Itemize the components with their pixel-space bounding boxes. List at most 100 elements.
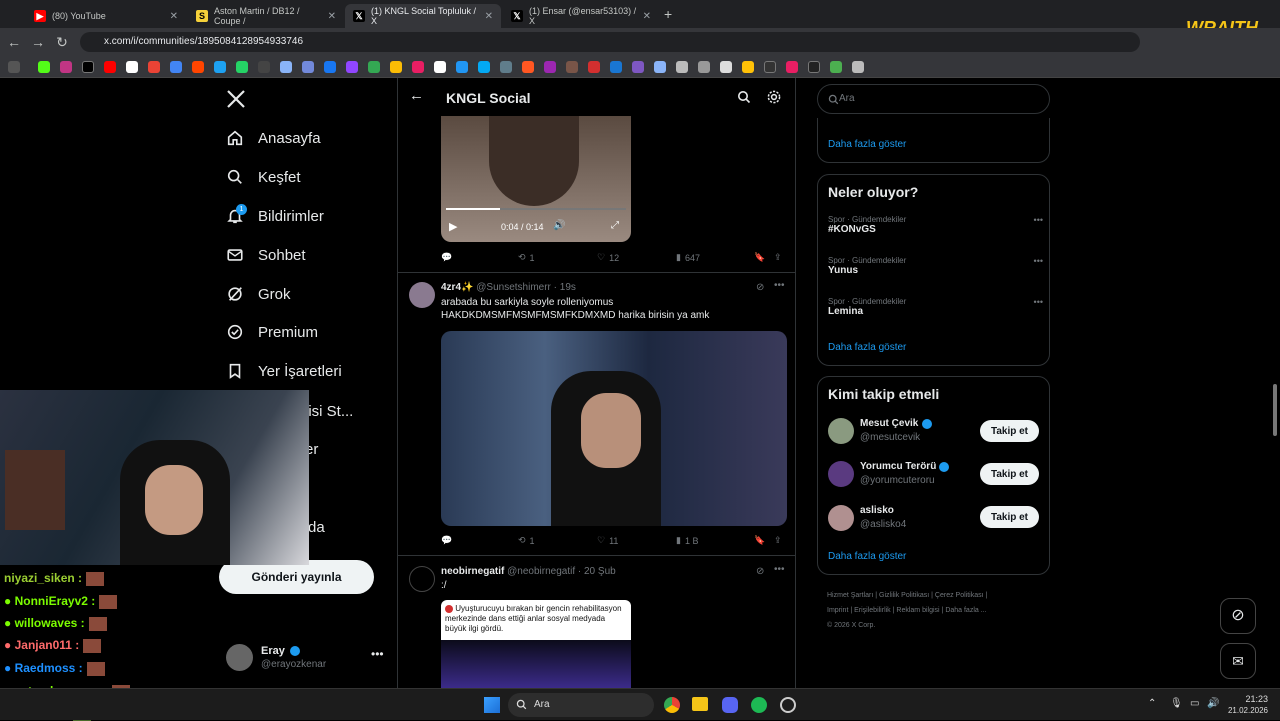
bookmark-icon[interactable]	[302, 61, 314, 73]
reply-button[interactable]: 💬	[441, 535, 452, 546]
bookmark-icon[interactable]	[192, 61, 204, 73]
bookmark-icon[interactable]	[742, 61, 754, 73]
bookmark-icon[interactable]	[478, 61, 490, 73]
bookmark-icon[interactable]	[38, 61, 50, 73]
windows-start-icon[interactable]	[484, 697, 500, 713]
more-icon[interactable]: •••	[1034, 215, 1043, 225]
clock-time[interactable]: 21:23	[1230, 694, 1268, 704]
post-image[interactable]	[441, 331, 787, 526]
grok-icon[interactable]: ⊘	[756, 282, 764, 293]
bookmark-icon[interactable]	[720, 61, 732, 73]
bookmark-icon[interactable]	[500, 61, 512, 73]
volume-icon[interactable]: 🔊	[1207, 698, 1219, 709]
post-handle[interactable]: @Sunsetshimerr	[476, 282, 551, 293]
bookmark-icon[interactable]	[148, 61, 160, 73]
bookmark-icon[interactable]	[456, 61, 468, 73]
bookmark-icon[interactable]	[434, 61, 446, 73]
avatar[interactable]	[409, 566, 435, 592]
bookmark-icon[interactable]	[324, 61, 336, 73]
gear-icon[interactable]	[767, 90, 781, 104]
more-icon[interactable]: •••	[1034, 297, 1043, 307]
close-icon[interactable]: ✕	[643, 11, 651, 22]
avatar[interactable]	[828, 461, 854, 487]
address-bar[interactable]: x.com/i/communities/1895084128954933746	[80, 32, 1140, 52]
microphone-icon[interactable]: 🎙	[1170, 698, 1183, 709]
messages-icon[interactable]: ✉	[1220, 643, 1256, 679]
close-icon[interactable]: ✕	[485, 11, 493, 22]
more-icon[interactable]: •••	[1034, 256, 1043, 266]
clock-date[interactable]: 21.02.2026	[1226, 706, 1268, 715]
app-icon[interactable]	[780, 697, 796, 713]
bookmark-icon[interactable]: 🔖	[754, 252, 765, 263]
bookmark-icon[interactable]	[830, 61, 842, 73]
network-icon[interactable]: ▭	[1190, 698, 1199, 709]
reply-button[interactable]: 💬	[441, 252, 452, 263]
bookmark-icon[interactable]	[236, 61, 248, 73]
bookmark-icon[interactable]	[566, 61, 578, 73]
video-progress-track[interactable]	[446, 208, 626, 210]
close-icon[interactable]: ✕	[170, 11, 178, 22]
share-icon[interactable]: ⇪	[774, 252, 782, 263]
trend-item[interactable]: Spor · Gündemdekiler #KONvGS •••	[828, 215, 1043, 235]
scrollbar-thumb[interactable]	[1273, 384, 1277, 436]
x-logo-icon[interactable]	[226, 89, 246, 109]
footer-link[interactable]: Reklam bilgisi	[896, 607, 939, 614]
like-button[interactable]: ♡ 11	[597, 535, 618, 546]
grok-icon[interactable]: ⊘	[1220, 598, 1256, 634]
sidebar-item-chat[interactable]: Sohbet	[226, 246, 306, 264]
bookmark-icon[interactable]	[588, 61, 600, 73]
bookmark-icon[interactable]	[544, 61, 556, 73]
bookmark-icon[interactable]	[808, 61, 820, 73]
apps-icon[interactable]	[8, 61, 20, 73]
follow-name[interactable]: aslisko	[860, 505, 894, 516]
bookmark-icon[interactable]	[280, 61, 292, 73]
avatar[interactable]	[828, 418, 854, 444]
bookmark-icon[interactable]	[258, 61, 270, 73]
bookmark-icon[interactable]	[786, 61, 798, 73]
avatar[interactable]	[409, 282, 435, 308]
chevron-up-icon[interactable]: ⌃	[1148, 698, 1156, 709]
like-button[interactable]: ♡ 12	[597, 252, 619, 263]
back-arrow-icon[interactable]: ←	[409, 87, 424, 104]
bookmark-icon[interactable]	[698, 61, 710, 73]
footer-link[interactable]: Daha fazla ...	[945, 607, 986, 614]
grok-icon[interactable]: ⊘	[756, 566, 764, 577]
follow-button[interactable]: Takip et	[980, 463, 1039, 485]
sidebar-item-grok[interactable]: Grok	[226, 285, 291, 303]
forward-icon[interactable]: →	[26, 34, 50, 50]
bookmark-icon[interactable]	[126, 61, 138, 73]
bookmark-icon[interactable]	[104, 61, 116, 73]
tab-aston[interactable]: S Aston Martin / DB12 / Coupe / ✕	[188, 4, 344, 28]
tab-youtube[interactable]: ▶ (80) YouTube ✕	[26, 4, 186, 28]
trend-item[interactable]: Spor · Gündemdekiler Yunus •••	[828, 256, 1043, 276]
search-box[interactable]: Ara	[817, 84, 1050, 114]
footer-link[interactable]: Erişilebilirlik	[854, 607, 891, 614]
video-player[interactable]: ▶ 0:04 / 0:14 🔊 ⤢	[441, 116, 631, 242]
bookmark-icon[interactable]: 🔖	[754, 535, 765, 546]
bookmark-icon[interactable]	[170, 61, 182, 73]
fullscreen-icon[interactable]: ⤢	[611, 220, 619, 231]
sidebar-item-partial[interactable]: da	[308, 519, 325, 536]
more-icon[interactable]: •••	[371, 647, 384, 661]
search-icon[interactable]	[737, 90, 751, 104]
play-icon[interactable]: ▶	[449, 220, 457, 233]
chrome-icon[interactable]	[664, 697, 680, 713]
more-icon[interactable]: •••	[774, 280, 785, 291]
quoted-image[interactable]	[441, 640, 631, 688]
follow-name[interactable]: Mesut Çevik	[860, 418, 918, 429]
tab-kngl[interactable]: 𝕏 (1) KNGL Social Topluluk / X ✕	[345, 4, 501, 28]
bookmark-icon[interactable]	[654, 61, 666, 73]
bookmark-icon[interactable]	[610, 61, 622, 73]
discord-icon[interactable]	[722, 697, 738, 713]
views-button[interactable]: ▮ 647	[676, 252, 700, 263]
trend-item[interactable]: Spor · Gündemdekiler Lemina •••	[828, 297, 1043, 317]
spotify-icon[interactable]	[751, 697, 767, 713]
quoted-news-card[interactable]: Uyuşturucuyu bırakan bir gencin rehabili…	[441, 600, 631, 640]
show-more-link[interactable]: Daha fazla göster	[828, 342, 906, 353]
bookmark-icon[interactable]	[214, 61, 226, 73]
post-author[interactable]: 4zr4✨	[441, 282, 473, 293]
footer-link[interactable]: Hizmet Şartları	[827, 592, 873, 599]
back-icon[interactable]: ←	[2, 34, 26, 50]
new-tab-icon[interactable]: +	[664, 6, 672, 22]
post-author[interactable]: neobirnegatif	[441, 566, 504, 577]
